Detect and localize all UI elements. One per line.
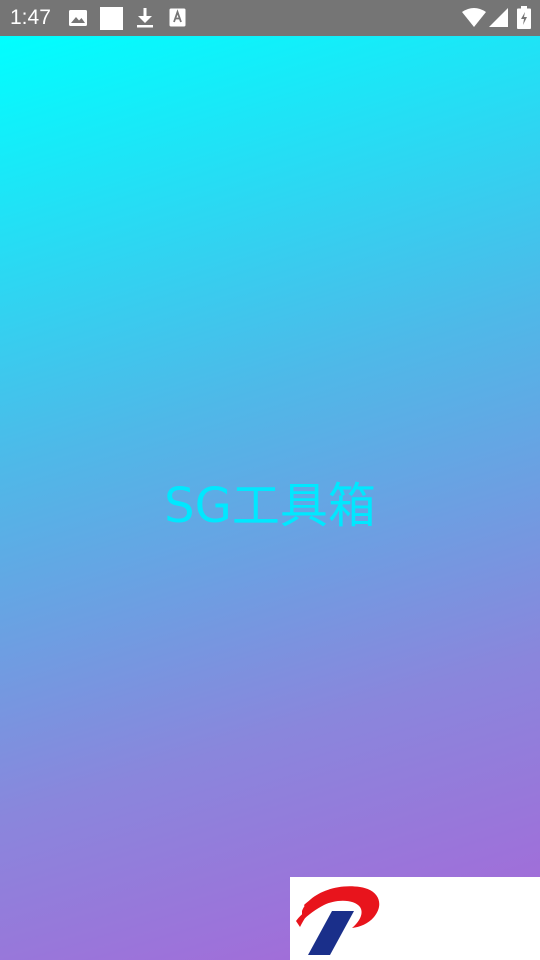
brand-panel <box>290 877 540 960</box>
app-title: SG工具箱 <box>164 478 376 534</box>
image-icon <box>69 10 87 26</box>
battery-charging-icon <box>517 6 531 29</box>
brand-logo-icon <box>296 886 380 955</box>
signal-icon <box>489 8 508 27</box>
status-time: 1:47 <box>10 6 51 29</box>
square-icon <box>100 7 123 30</box>
download-icon <box>137 8 153 28</box>
splash-background: SG工具箱 <box>0 36 540 960</box>
text-a-icon <box>169 8 186 27</box>
splash-screen: 1:47 SG工具箱 <box>0 0 540 960</box>
wifi-icon <box>462 8 486 27</box>
status-bar: 1:47 <box>0 0 540 36</box>
